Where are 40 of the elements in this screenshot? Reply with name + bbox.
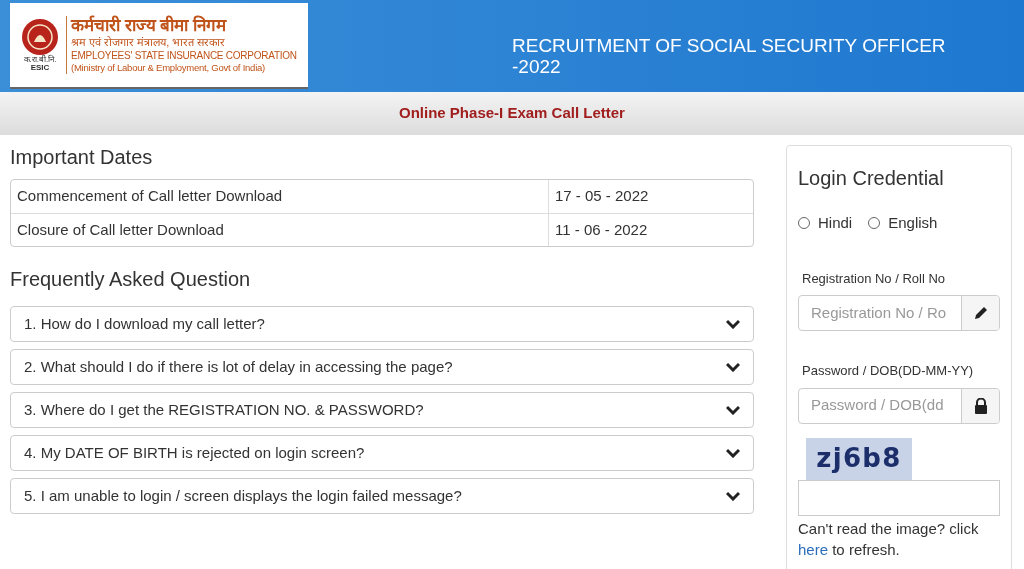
table-cell: Closure of Call letter Download <box>11 214 549 246</box>
input-group[interactable]: Registration No / Ro <box>798 295 1000 331</box>
chevron-down-icon <box>726 362 740 372</box>
section-heading: Frequently Asked Question <box>10 267 252 291</box>
table-cell-text: 11 - 06 - 2022 <box>554 219 649 240</box>
chevron-down-icon <box>726 448 740 458</box>
ministry-name: (Ministry of Labour & Employment, Govt of India) <box>71 62 266 75</box>
refresh-link[interactable]: here <box>798 540 829 558</box>
recruitment-title: RECRUITMENT OF SOCIAL SECURITY OFFICER -2022 <box>512 35 946 79</box>
captcha-field[interactable] <box>798 479 1000 516</box>
pencil-icon <box>972 305 989 321</box>
table-cell: Commencement of Call letter Download <box>11 180 549 213</box>
emblem-hindi: क.रा.बी.नि. <box>23 56 57 64</box>
captcha-image: zj6b8 <box>806 437 912 480</box>
faq-item[interactable]: 4. My DATE OF BIRTH is rejected on login screen? <box>10 435 754 471</box>
field-label: Registration No / Roll No <box>802 269 947 288</box>
chevron-down-icon <box>726 405 740 415</box>
section-heading: Important Dates <box>10 145 154 169</box>
faq-item[interactable]: 1. How do I download my call letter? <box>10 306 754 342</box>
language-radio[interactable]: English <box>868 212 938 235</box>
org-name: EMPLOYEES' STATE INSURANCE CORPORATION <box>71 49 297 63</box>
panel-title: Login Credential <box>798 166 945 190</box>
language-radio[interactable]: Hindi <box>798 212 853 235</box>
emblem-abbr: ESIC <box>30 64 50 72</box>
lock-icon <box>973 397 988 414</box>
page-subtitle: Online Phase-I Exam Call Letter <box>399 103 625 124</box>
org-hindi-title: कर्मचारी राज्य बीमा निगम <box>71 15 228 36</box>
ministry-hindi: श्रम एवं रोजगार मंत्रालय, भारत सरकार <box>71 35 227 50</box>
emblem-icon <box>21 18 59 56</box>
field-label: Password / DOB(DD-MM-YY) <box>802 362 975 380</box>
input-group[interactable]: Password / DOB(dd <box>798 387 1000 424</box>
input-field[interactable]: Registration No / Ro <box>799 296 961 330</box>
chevron-down-icon <box>726 491 740 501</box>
input-field[interactable]: Password / DOB(dd <box>799 388 961 423</box>
faq-item[interactable]: 5. I am unable to login / screen displays the login failed message? <box>10 478 754 514</box>
faq-item[interactable]: 3. Where do I get the REGISTRATION NO. & PASSWORD? <box>10 392 754 428</box>
refresh-text: Can't read the image? click here to refresh. <box>798 518 980 560</box>
table-cell-text: 17 - 05 - 2022 <box>554 186 650 207</box>
chevron-down-icon <box>726 319 740 329</box>
faq-item[interactable]: 2. What should I do if there is lot of delay in accessing the page? <box>10 349 754 385</box>
